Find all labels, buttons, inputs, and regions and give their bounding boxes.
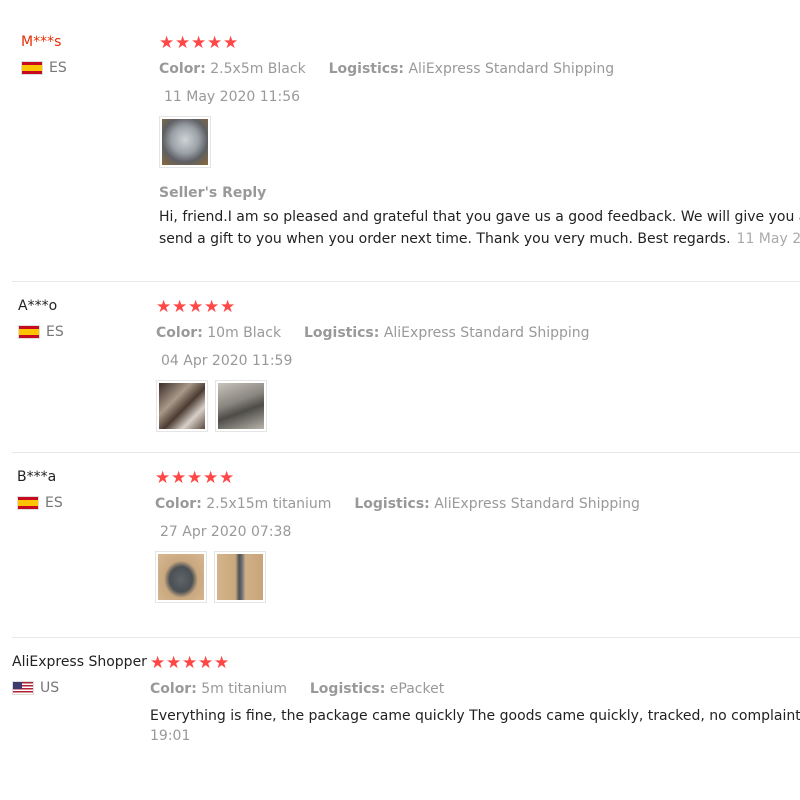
- star-icon: ★: [204, 297, 221, 317]
- logistics-value: ePacket: [389, 681, 445, 697]
- logistics-label: Logistics:: [328, 61, 405, 77]
- divider: [12, 637, 800, 638]
- logistics-value: AliExpress Standard Shipping: [434, 496, 640, 512]
- color-value: 2.5x5m Black: [210, 61, 306, 77]
- divider: [12, 281, 800, 282]
- color-value: 2.5x15m titanium: [206, 496, 332, 512]
- order-info: Color: 10m Black Logistics: AliExpress S…: [156, 324, 590, 342]
- star-rating: ★★★★★: [155, 469, 640, 487]
- star-icon: ★: [175, 33, 192, 53]
- star-icon: ★: [223, 33, 240, 53]
- reviewer-country: ES: [17, 495, 157, 511]
- country-code: ES: [45, 495, 63, 511]
- star-icon: ★: [182, 653, 199, 673]
- star-rating: ★★★★★: [159, 34, 800, 52]
- star-icon: ★: [155, 468, 172, 488]
- logistics-value: AliExpress Standard Shipping: [383, 325, 590, 341]
- seller-reply-line: send a gift to you when you order next t…: [159, 228, 800, 250]
- review-text: Everything is fine, the package came qui…: [150, 708, 800, 724]
- review-date: 27 Apr 2020 07:38: [160, 524, 292, 540]
- color-value: 5m titanium: [201, 681, 287, 697]
- usa-flag-icon: [12, 681, 34, 695]
- review-date: 04 Apr 2020 11:59: [161, 353, 293, 369]
- reviewer-country: ES: [18, 324, 158, 340]
- logistics-label: Logistics:: [309, 681, 386, 697]
- star-icon: ★: [171, 468, 188, 488]
- logistics-value: AliExpress Standard Shipping: [408, 61, 615, 77]
- seller-reply-title: Seller's Reply: [159, 185, 267, 201]
- review-photo[interactable]: [215, 380, 267, 432]
- review-photos: [156, 380, 590, 432]
- star-icon: ★: [220, 297, 237, 317]
- review-photo[interactable]: [159, 116, 211, 168]
- review-content: ★★★★★ Color: 5m titanium Logistics: ePac…: [150, 654, 800, 746]
- reviewer-info: B***a ES: [17, 468, 157, 511]
- country-code: ES: [46, 324, 64, 340]
- star-icon: ★: [214, 653, 231, 673]
- star-icon: ★: [198, 653, 215, 673]
- seller-reply-text: Hi, friend.I am so pleased and grateful …: [159, 206, 800, 250]
- color-label: Color:: [155, 496, 202, 512]
- review-photos: [155, 551, 640, 603]
- reviewer-country: US: [12, 680, 152, 696]
- order-info: Color: 2.5x15m titanium Logistics: AliEx…: [155, 495, 640, 513]
- star-icon: ★: [219, 468, 236, 488]
- color-label: Color:: [150, 681, 197, 697]
- seller-reply-line-text: send a gift to you when you order next t…: [159, 231, 731, 247]
- logistics-label: Logistics:: [303, 325, 380, 341]
- spain-flag-icon: [21, 61, 43, 75]
- reviewer-name[interactable]: M***s: [21, 33, 161, 51]
- review-photo[interactable]: [214, 551, 266, 603]
- divider: [12, 452, 800, 453]
- review-date: 11 May 2020 11:56: [164, 89, 301, 105]
- star-icon: ★: [187, 468, 204, 488]
- review-photo[interactable]: [156, 380, 208, 432]
- star-rating: ★★★★★: [150, 654, 800, 672]
- reviewer-info: M***s ES: [21, 33, 161, 76]
- reviewer-info: A***o ES: [18, 297, 158, 340]
- spain-flag-icon: [17, 496, 39, 510]
- reviewer-name[interactable]: B***a: [17, 468, 157, 486]
- reviewer-name[interactable]: AliExpress Shopper: [12, 653, 152, 671]
- review-content: ★★★★★ Color: 2.5x15m titanium Logistics:…: [155, 469, 640, 603]
- reviewer-country: ES: [21, 60, 161, 76]
- star-icon: ★: [159, 33, 176, 53]
- review-photos: [159, 116, 800, 168]
- star-icon: ★: [156, 297, 173, 317]
- country-code: US: [40, 680, 60, 696]
- seller-reply-date: 11 May 2020 1: [736, 231, 800, 247]
- order-info: Color: 2.5x5m Black Logistics: AliExpres…: [159, 60, 800, 78]
- reviews-list: M***s ES ★★★★★ Color: 2.5x5m Black Logis…: [0, 0, 800, 800]
- review-content: ★★★★★ Color: 10m Black Logistics: AliExp…: [156, 298, 590, 432]
- star-icon: ★: [188, 297, 205, 317]
- star-icon: ★: [172, 297, 189, 317]
- logistics-label: Logistics:: [354, 496, 430, 512]
- color-label: Color:: [159, 61, 206, 77]
- star-rating: ★★★★★: [156, 298, 590, 316]
- star-icon: ★: [150, 653, 167, 673]
- seller-reply-line: Hi, friend.I am so pleased and grateful …: [159, 209, 800, 225]
- review-date: 19:01: [150, 728, 191, 744]
- order-info: Color: 5m titanium Logistics: ePacket: [150, 680, 800, 698]
- review-content: ★★★★★ Color: 2.5x5m Black Logistics: Ali…: [159, 34, 800, 250]
- reviewer-info: AliExpress Shopper US: [12, 653, 152, 696]
- star-icon: ★: [203, 468, 220, 488]
- star-icon: ★: [191, 33, 208, 53]
- reviewer-name[interactable]: A***o: [18, 297, 158, 315]
- color-value: 10m Black: [207, 325, 282, 341]
- color-label: Color:: [156, 325, 203, 341]
- country-code: ES: [49, 60, 67, 76]
- review-photo[interactable]: [155, 551, 207, 603]
- spain-flag-icon: [18, 325, 40, 339]
- star-icon: ★: [166, 653, 183, 673]
- star-icon: ★: [207, 33, 224, 53]
